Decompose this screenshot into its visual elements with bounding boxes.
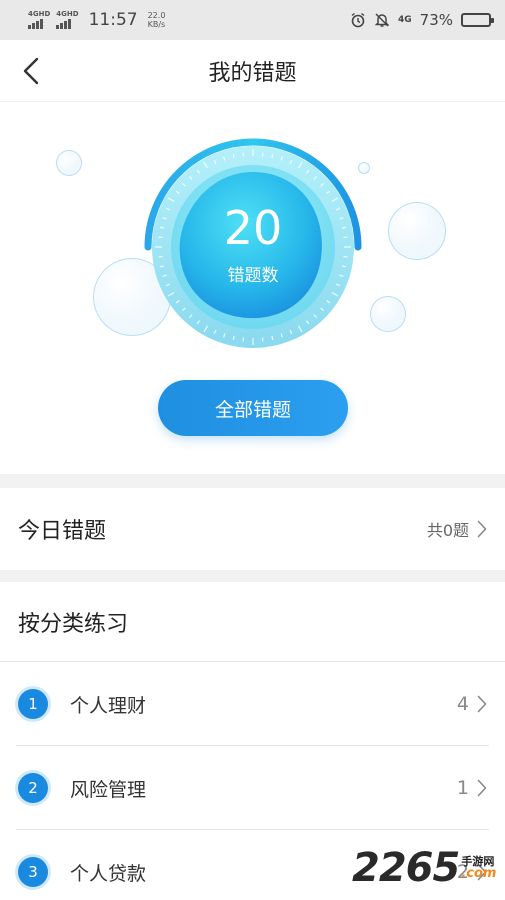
error-count-gauge [144, 138, 362, 348]
alarm-clock-icon [350, 12, 366, 28]
status-left: 4GHD 4GHD 11:57 22.0 KB/s [28, 10, 165, 30]
network-speed: 22.0 KB/s [148, 11, 166, 29]
gauge-tick [271, 153, 274, 159]
all-errors-button[interactable]: 全部错题 [158, 380, 348, 436]
battery-percent: 73% [419, 11, 453, 29]
index-badge: 3 [18, 857, 48, 887]
gauge-tick [341, 226, 347, 229]
site-watermark: 2265 手游网 .com [352, 842, 502, 894]
sim1-label: 4GHD [28, 10, 51, 18]
category-item-2[interactable]: 2 风险管理 1 [0, 746, 505, 830]
gauge-tick [232, 335, 235, 341]
signal-bars-icon [56, 19, 72, 29]
category-name: 个人理财 [70, 694, 147, 717]
battery-icon [461, 13, 494, 27]
category-name: 个人贷款 [70, 862, 147, 885]
index-badge: 2 [18, 773, 48, 803]
watermark-com: .com [461, 866, 497, 881]
mute-bell-icon [374, 12, 390, 28]
today-errors-label: 今日错题 [18, 519, 107, 544]
category-count: 4 [456, 693, 469, 715]
index-badge: 1 [18, 689, 48, 719]
page-title: 我的错题 [208, 60, 297, 86]
today-errors-right: 共0题 [427, 517, 487, 541]
hero-section: 20 错题数 全部错题 [0, 102, 505, 474]
today-errors-row[interactable]: 今日错题 共0题 [0, 488, 505, 570]
watermark-text: 手游网 .com [461, 856, 496, 880]
decor-bubble [370, 296, 406, 332]
gauge-tick [159, 226, 165, 229]
category-heading: 按分类练习 [0, 582, 505, 662]
speed-unit: KB/s [147, 20, 166, 29]
status-bar: 4GHD 4GHD 11:57 22.0 KB/s 4G 73% [0, 0, 505, 40]
watermark-number: 2265 [352, 845, 460, 891]
decor-bubble [56, 150, 82, 176]
speed-value: 22.0 [147, 11, 166, 20]
today-errors-summary: 共0题 [426, 521, 469, 540]
signal-bars-icon [28, 19, 43, 29]
network-type: 4G [398, 15, 412, 25]
chevron-left-icon [23, 57, 39, 85]
gauge-tick [271, 335, 274, 341]
status-time: 11:57 [88, 10, 138, 30]
nav-bar: 我的错题 [0, 40, 505, 102]
chevron-right-icon [477, 779, 487, 797]
category-right: 4 [457, 693, 487, 715]
sim1-signal: 4GHD [28, 11, 50, 29]
chevron-right-icon [477, 520, 487, 538]
status-right: 4G 73% [350, 11, 494, 29]
back-button[interactable] [14, 54, 48, 88]
decor-bubble [388, 202, 446, 260]
category-count: 1 [456, 777, 469, 799]
gauge-tick [232, 153, 235, 159]
gauge-tick [159, 265, 165, 268]
sim2-signal: 4GHD [56, 10, 79, 29]
sim2-label: 4GHD [56, 10, 79, 18]
gauge-tick [341, 265, 347, 268]
category-item-1[interactable]: 1 个人理财 4 [0, 662, 505, 746]
category-right: 1 [457, 777, 487, 799]
chevron-right-icon [477, 695, 487, 713]
category-name: 风险管理 [70, 778, 147, 801]
